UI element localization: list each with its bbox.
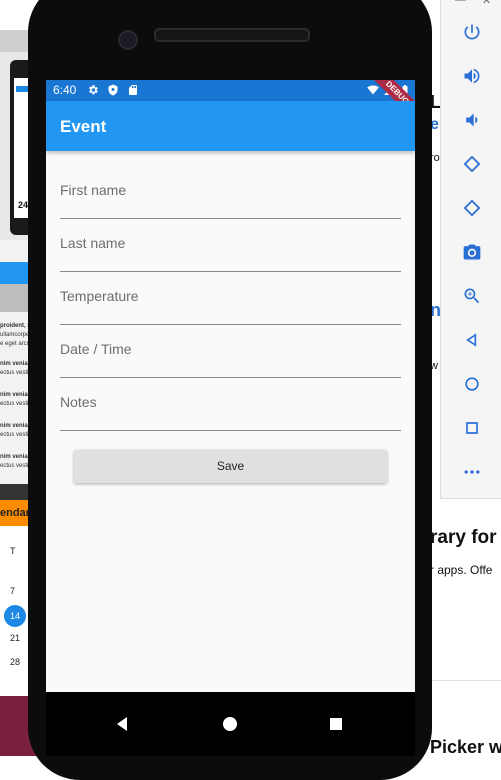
android-navigation-bar: [46, 692, 415, 756]
close-icon[interactable]: ✕: [482, 0, 491, 7]
camera-icon[interactable]: [460, 240, 484, 264]
bg-divider: [430, 680, 501, 681]
bg-text: ullamcorpe: [0, 332, 30, 338]
bg-text: r apps. Offe: [430, 563, 493, 577]
bg-calendar-day-selected: 14: [4, 605, 26, 627]
bg-text: proident, s: [0, 323, 31, 329]
nav-home-icon[interactable]: [216, 710, 244, 738]
power-icon[interactable]: [460, 20, 484, 44]
more-icon[interactable]: [460, 460, 484, 484]
bg-text: ectus vesti: [0, 432, 29, 438]
bg-text: e eget arcu: [0, 341, 31, 347]
field-label: Date / Time: [60, 341, 132, 357]
field-label: Last name: [60, 235, 126, 251]
date-time-field[interactable]: Date / Time: [60, 337, 401, 378]
volume-down-icon[interactable]: [460, 108, 484, 132]
zoom-icon[interactable]: [460, 284, 484, 308]
status-bar: 6:40 DEBUG: [46, 80, 415, 127]
bg-text: nim venia: [0, 392, 28, 398]
volume-up-icon[interactable]: [460, 64, 484, 88]
bg-text: nim venia: [0, 423, 28, 429]
earpiece-speaker: [154, 28, 310, 42]
minimize-icon[interactable]: —: [455, 0, 466, 6]
sd-card-icon: [127, 84, 139, 99]
app-bar: Event: [46, 101, 415, 151]
temperature-field[interactable]: Temperature: [60, 284, 401, 325]
bg-heading: Picker w: [430, 737, 501, 756]
back-icon[interactable]: [460, 328, 484, 352]
field-label: First name: [60, 182, 127, 198]
nav-back-icon[interactable]: [109, 710, 137, 738]
front-camera: [118, 30, 138, 50]
shield-icon: [107, 84, 119, 99]
bg-text: nim venia: [0, 361, 28, 367]
bg-text: nim venia: [0, 454, 28, 460]
rotate-right-icon[interactable]: [460, 196, 484, 220]
bg-text: ectus vesti: [0, 401, 29, 407]
page-title: Event: [60, 117, 107, 136]
bg-text: ectus vesti: [0, 463, 29, 469]
save-button[interactable]: Save: [74, 450, 387, 483]
settings-icon: [87, 84, 99, 99]
phone-screen: 6:40 DEBUG Event First name Last name Te…: [46, 80, 415, 692]
overview-icon[interactable]: [460, 416, 484, 440]
bg-calendar-day: 28: [10, 657, 21, 667]
first-name-field[interactable]: First name: [60, 178, 401, 219]
nav-overview-icon[interactable]: [322, 710, 350, 738]
emulator-toolbar: — ✕: [440, 0, 501, 499]
notes-field[interactable]: Notes: [60, 390, 401, 431]
field-label: Temperature: [60, 288, 139, 304]
last-name-field[interactable]: Last name: [60, 231, 401, 272]
field-label: Notes: [60, 394, 97, 410]
bg-heading: rary for: [430, 527, 497, 548]
bg-calendar-day: 7: [10, 586, 16, 596]
status-time: 6:40: [53, 83, 77, 97]
bg-calendar-weekday: T: [10, 546, 16, 556]
rotate-left-icon[interactable]: [460, 152, 484, 176]
wifi-icon: [367, 84, 379, 99]
bg-phone-date: 24: [18, 200, 29, 210]
bg-calendar-day: 21: [10, 633, 21, 643]
bg-text: ectus vesti: [0, 370, 29, 376]
home-icon[interactable]: [460, 372, 484, 396]
